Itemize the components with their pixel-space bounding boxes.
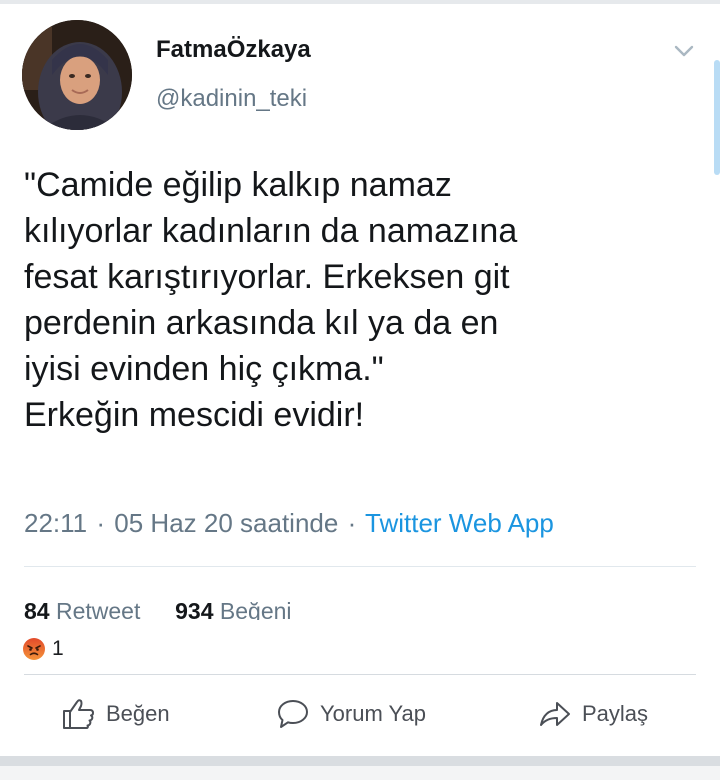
retweets-label[interactable]: Retweet <box>56 598 140 620</box>
comment-button-label: Yorum Yap <box>320 701 427 726</box>
retweets-count[interactable]: 84 <box>24 598 50 620</box>
tweet-text-line: perdenin arkasında kıl ya da en <box>24 304 499 342</box>
tweet-text-line: iyisi evinden hiç çıkma." <box>24 350 384 388</box>
tweet-date: 05 Haz 20 saatinde <box>114 508 339 538</box>
stats-divider <box>24 566 696 567</box>
share-button-label: Paylaş <box>582 701 649 726</box>
scrollbar[interactable] <box>714 60 720 175</box>
likes-count[interactable]: 934 <box>175 598 213 620</box>
user-handle[interactable]: @kadinin_teki <box>156 85 307 113</box>
tweet-source-link[interactable]: Twitter Web App <box>365 508 554 538</box>
chevron-down-icon[interactable] <box>673 40 695 62</box>
profile-photo-icon <box>22 20 132 130</box>
like-button[interactable]: Beğen <box>62 696 170 732</box>
tweet-text-line: fesat karıştırıyorlar. Erkeksen git <box>24 258 510 296</box>
share-arrow-icon <box>540 702 570 726</box>
bottom-divider <box>0 756 720 766</box>
tweet-text: "Camide eğilip kalkıp namaz kılıyorlar k… <box>24 162 684 438</box>
actions-divider <box>24 674 696 675</box>
share-button[interactable]: Paylaş <box>538 696 648 732</box>
tweet-text-line: kılıyorlar kadınların da namazına <box>24 212 518 250</box>
tweet-meta: 22:11 · 05 Haz 20 saatinde · Twitter Web… <box>24 508 554 539</box>
meta-separator: · <box>347 508 357 538</box>
angry-reaction-icon <box>23 638 45 660</box>
reaction-summary[interactable]: 1 <box>22 636 64 662</box>
next-post-edge <box>0 766 720 780</box>
likes-label[interactable]: Beğeni <box>220 598 292 620</box>
top-divider <box>0 0 720 4</box>
avatar[interactable] <box>22 20 132 130</box>
reaction-count: 1 <box>52 637 64 660</box>
like-button-label: Beğen <box>106 701 170 726</box>
tweet-text-line: "Camide eğilip kalkıp namaz <box>24 166 452 204</box>
meta-separator: · <box>96 508 106 538</box>
tweet-text-line: Erkeğin mescidi evidir! <box>24 396 365 434</box>
display-name[interactable]: FatmaÖzkaya <box>156 36 311 64</box>
comment-button[interactable]: Yorum Yap <box>276 696 426 732</box>
thumbs-up-icon <box>63 699 94 729</box>
comment-icon <box>278 700 308 728</box>
tweet-time: 22:11 <box>24 508 88 538</box>
tweet-stats: 84 Retweet 934 Beğeni <box>24 592 696 620</box>
